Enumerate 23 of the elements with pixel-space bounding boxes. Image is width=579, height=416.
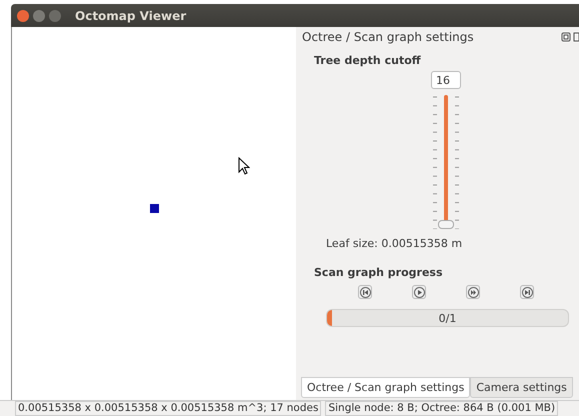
progress-text: 0/1 bbox=[438, 312, 456, 324]
skip-back-button[interactable] bbox=[358, 285, 372, 299]
leaf-size-text: Leaf size: 0.00515358 m bbox=[326, 237, 464, 250]
close-button[interactable] bbox=[17, 10, 29, 22]
play-button[interactable] bbox=[412, 285, 426, 299]
dock-tab[interactable]: Camera settings bbox=[470, 377, 573, 398]
minimize-button[interactable] bbox=[33, 10, 45, 22]
depth-spinbox[interactable]: 16 bbox=[431, 71, 461, 89]
section-heading: Tree depth cutoff bbox=[314, 54, 422, 67]
section-heading: Scan graph progress bbox=[314, 266, 444, 279]
status-text: Single node: 8 B; Octree: 864 B (0.001 MB) bbox=[325, 401, 558, 416]
float-icon[interactable] bbox=[561, 32, 579, 42]
cursor-icon bbox=[238, 157, 250, 175]
status-text: 0.00515358 x 0.00515358 x 0.00515358 m^3; 17 nodes bbox=[15, 401, 322, 416]
dock-title: Octree / Scan graph settings bbox=[302, 30, 474, 44]
slider-thumb[interactable] bbox=[438, 220, 454, 229]
window-title: Octomap Viewer bbox=[75, 8, 186, 22]
skip-forward-button[interactable] bbox=[520, 285, 534, 299]
depth-slider[interactable] bbox=[431, 95, 461, 229]
step-forward-button[interactable] bbox=[466, 285, 480, 299]
dock-tab[interactable]: Octree / Scan graph settings bbox=[301, 377, 470, 398]
octree-node-icon bbox=[150, 204, 158, 213]
maximize-button[interactable] bbox=[49, 10, 61, 22]
